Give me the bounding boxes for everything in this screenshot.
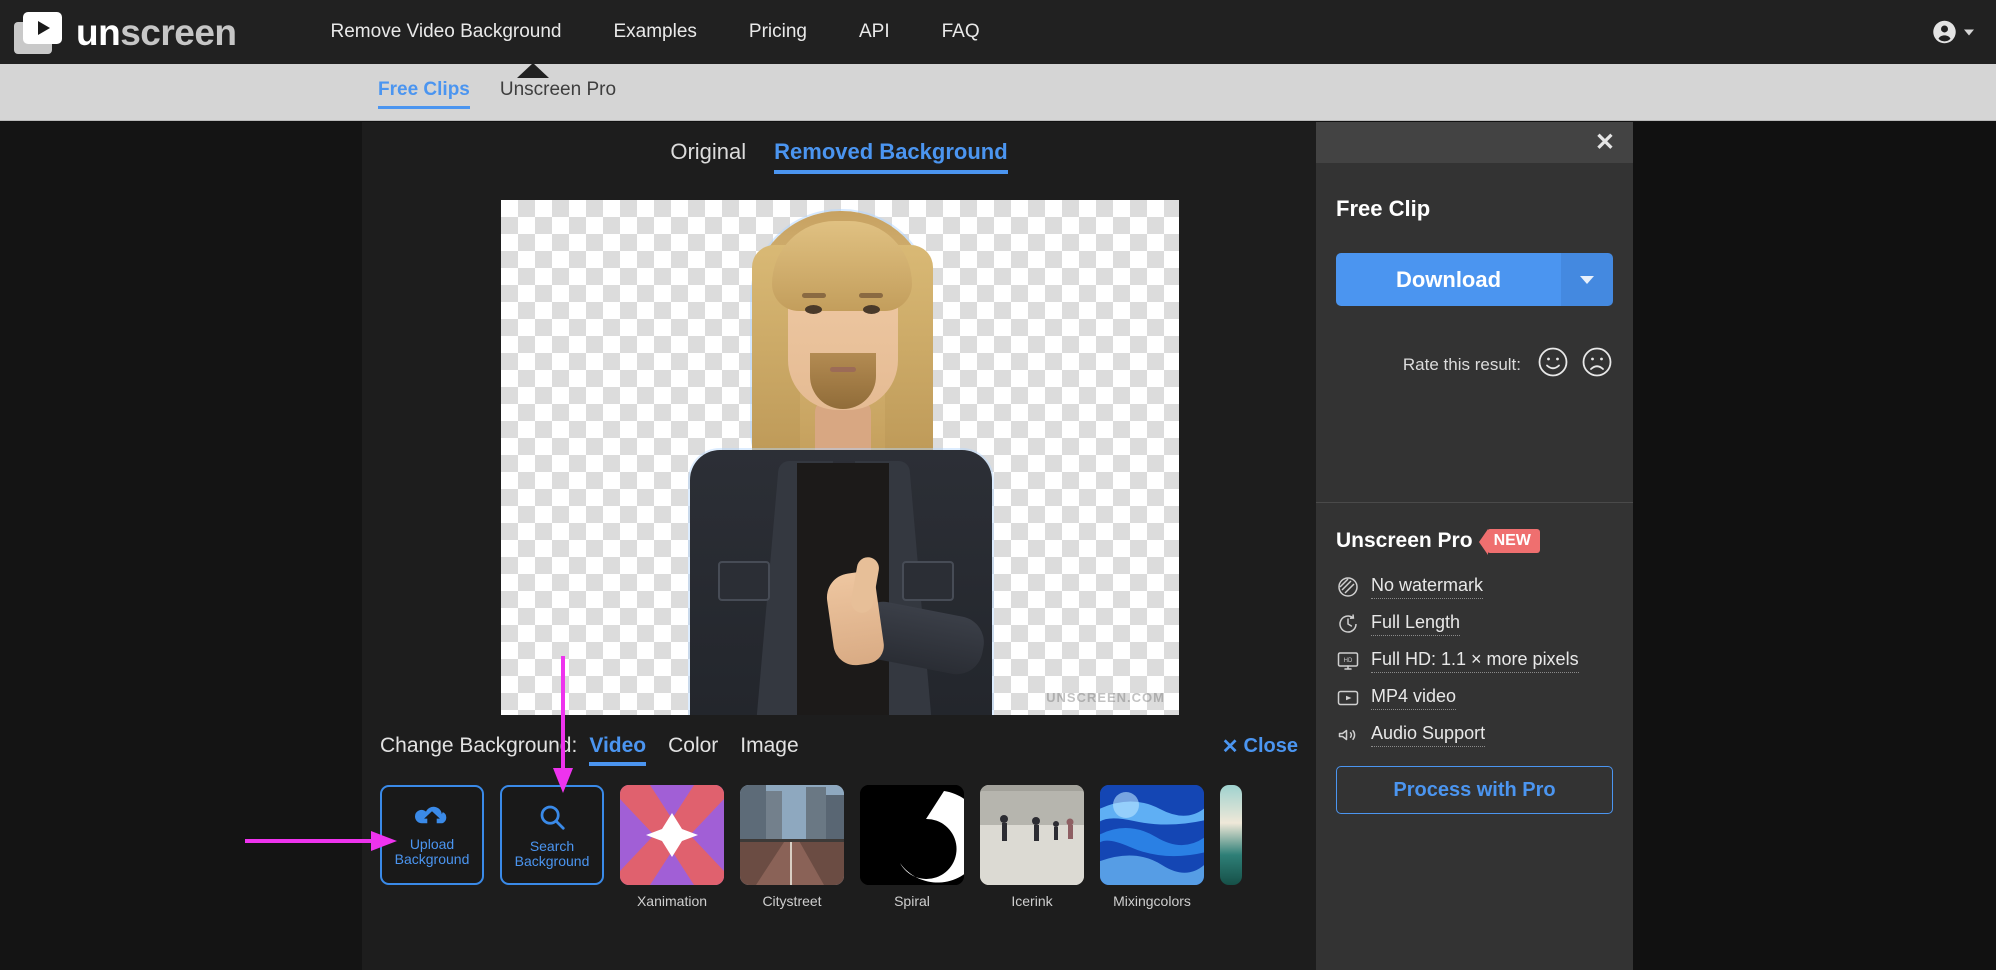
account-menu[interactable]: [1931, 19, 1974, 46]
subnav-notch: [517, 63, 549, 78]
thumb-next-partial[interactable]: [1220, 785, 1242, 915]
thumb-spiral[interactable]: Spiral: [860, 785, 964, 915]
preview-watermark: UNSCREEN.COM: [1046, 690, 1165, 705]
bg-tab-video[interactable]: Video: [589, 734, 647, 766]
pro-feature-audio-support: Audio Support: [1336, 723, 1613, 747]
download-options-button[interactable]: [1561, 253, 1613, 306]
rate-result-row: Rate this result:: [1336, 346, 1613, 383]
new-badge: NEW: [1478, 529, 1540, 555]
chevron-down-icon: [1580, 275, 1594, 284]
panel-title: Free Clip: [1336, 196, 1431, 221]
thumb-citystreet[interactable]: Citystreet: [740, 785, 844, 915]
pro-feature-label-0: No watermark: [1371, 575, 1484, 599]
thumb-xanimation[interactable]: Xanimation: [620, 785, 724, 915]
process-with-pro-button[interactable]: Process with Pro: [1336, 766, 1613, 814]
download-button-group: Download: [1336, 253, 1613, 306]
pro-feature-label-2: Full HD: 1.1 × more pixels: [1371, 649, 1579, 673]
no-watermark-icon: [1336, 575, 1360, 599]
pro-feature-list: No watermark Full Length HD Full HD: 1.1…: [1336, 575, 1613, 747]
smiley-sad-icon[interactable]: [1581, 346, 1613, 383]
download-button[interactable]: Download: [1336, 253, 1561, 306]
smiley-happy-icon[interactable]: [1537, 346, 1569, 383]
brand-name-part2: screen: [120, 11, 237, 53]
brand-name: unscreen: [76, 14, 237, 51]
thumb-caption-xanimation: Xanimation: [636, 893, 708, 909]
upload-background-line1: Upload: [409, 835, 455, 852]
close-label: Close: [1243, 735, 1298, 757]
brand-logo[interactable]: unscreen: [14, 10, 237, 54]
tab-unscreen-pro[interactable]: Unscreen Pro: [500, 79, 616, 106]
nav-link-pricing[interactable]: Pricing: [723, 21, 833, 43]
pro-section-title: Unscreen Pro: [1336, 529, 1473, 552]
background-thumbnail-strip[interactable]: Upload Background Search Background Xani…: [380, 785, 1316, 915]
video-play-icon: [14, 10, 62, 54]
stage-main: Original Removed Background UNSCREEN.COM…: [362, 122, 1316, 970]
change-background-row: Change Background: Video Color Image ✕ C…: [380, 734, 1298, 766]
tab-free-clips[interactable]: Free Clips: [378, 79, 470, 109]
speaker-icon: [1336, 723, 1360, 747]
thumb-caption-mixingcolors: Mixingcolors: [1113, 893, 1191, 909]
video-preview-canvas[interactable]: UNSCREEN.COM: [501, 200, 1179, 715]
top-navigation-bar: unscreen Remove Video Background Example…: [0, 0, 1996, 64]
pro-feature-no-watermark: No watermark: [1336, 575, 1613, 599]
pro-feature-mp4-video: MP4 video: [1336, 686, 1613, 710]
pro-feature-label-3: MP4 video: [1371, 686, 1457, 710]
bg-tab-image[interactable]: Image: [740, 734, 798, 766]
thumb-caption-spiral: Spiral: [894, 893, 930, 909]
video-file-icon: [1336, 686, 1360, 710]
change-background-label: Change Background:: [380, 734, 578, 757]
sub-navigation-bar: Free Clips Unscreen Pro: [0, 63, 1996, 121]
nav-link-examples[interactable]: Examples: [587, 21, 722, 43]
stage-left-gutter: [0, 122, 362, 970]
close-x-icon: ✕: [1221, 736, 1239, 758]
unscreen-pro-section: Unscreen Pro NEW No watermark Full Lengt…: [1316, 503, 1633, 814]
account-circle-icon: [1931, 19, 1958, 46]
thumb-search-background[interactable]: Search Background: [500, 785, 604, 915]
thumb-upload-background[interactable]: Upload Background: [380, 785, 484, 915]
hd-monitor-icon: HD: [1336, 649, 1360, 673]
thumb-mixingcolors[interactable]: Mixingcolors: [1100, 785, 1204, 915]
svg-text:HD: HD: [1344, 658, 1353, 664]
editor-stage: Original Removed Background UNSCREEN.COM…: [0, 122, 1996, 970]
viewer-tabs: Original Removed Background: [362, 139, 1316, 174]
close-panel-icon[interactable]: ✕: [1595, 130, 1615, 155]
nav-links: Remove Video Background Examples Pricing…: [305, 21, 1006, 43]
upload-background-line2: Background: [394, 850, 470, 867]
pro-feature-label-4: Audio Support: [1371, 723, 1486, 747]
subject-person-image: [660, 205, 1020, 715]
bg-tab-color[interactable]: Color: [668, 734, 718, 766]
search-background-line2: Background: [514, 852, 590, 869]
nav-link-remove-video-background[interactable]: Remove Video Background: [305, 21, 588, 43]
cloud-upload-icon: [414, 804, 449, 835]
thumb-caption-citystreet: Citystreet: [762, 893, 822, 909]
thumb-icerink[interactable]: Icerink: [980, 785, 1084, 915]
rate-result-label: Rate this result:: [1402, 354, 1521, 374]
nav-link-faq[interactable]: FAQ: [916, 21, 1006, 43]
pro-feature-full-length: Full Length: [1336, 612, 1613, 636]
thumb-caption-icerink: Icerink: [1011, 893, 1053, 909]
pro-feature-full-hd: HD Full HD: 1.1 × more pixels: [1336, 649, 1613, 673]
clock-icon: [1336, 612, 1360, 636]
panel-header: ✕: [1316, 122, 1633, 163]
tab-original[interactable]: Original: [670, 139, 746, 170]
pro-feature-label-1: Full Length: [1371, 612, 1461, 636]
brand-name-part1: un: [76, 11, 121, 53]
free-clip-section: Free Clip Download Rate this result:: [1316, 163, 1633, 383]
chevron-down-icon: [1964, 29, 1974, 35]
nav-link-api[interactable]: API: [833, 21, 916, 43]
search-icon: [537, 802, 567, 837]
search-background-line1: Search: [529, 837, 575, 854]
close-background-panel-button[interactable]: ✕ Close: [1222, 734, 1298, 759]
tab-removed-background[interactable]: Removed Background: [774, 139, 1008, 174]
result-side-panel: ✕ Free Clip Download Rate this result: U…: [1316, 122, 1633, 970]
